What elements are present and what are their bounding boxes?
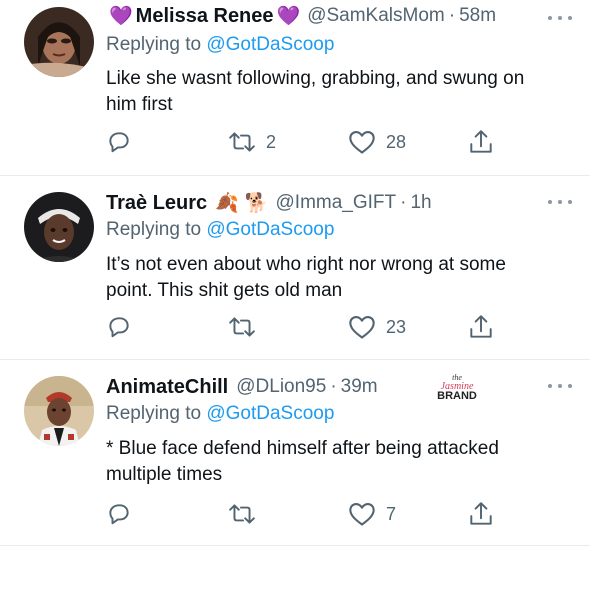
display-name[interactable]: Melissa Renee (136, 5, 274, 28)
share-icon (470, 502, 492, 525)
like-count: 7 (386, 503, 397, 524)
tweet-text: It’s not even about who right nor wrong … (106, 252, 560, 304)
dog-emoji: 🐕 (244, 192, 269, 214)
tweet-text-line: point. This shit gets old man (106, 280, 343, 301)
reply-button[interactable] (106, 127, 132, 157)
tweet-actions: 2 28 (0, 127, 590, 157)
retweet-icon (229, 504, 255, 524)
tweet-text-line: It’s not even about who right nor wrong … (106, 254, 506, 275)
tweet-text-line: Like she wasnt following, grabbing, and … (106, 68, 525, 89)
user-handle[interactable]: @Imma_GIFT (276, 192, 397, 214)
replying-to: Replying to @GotDaScoop (106, 34, 334, 56)
share-button[interactable] (468, 312, 494, 342)
reply-mention-link[interactable]: @GotDaScoop (206, 403, 334, 424)
replying-to-label: Replying to (106, 219, 202, 240)
heart-icon (349, 131, 375, 154)
share-icon (470, 130, 492, 153)
jasmine-brand-watermark-logo: the Jasmine BRAND (432, 372, 482, 402)
reply-button[interactable] (106, 499, 132, 529)
like-count: 28 (386, 131, 407, 152)
avatar[interactable] (24, 376, 94, 446)
heart-icon (349, 316, 375, 339)
like-button[interactable]: 28 (348, 127, 406, 157)
reply-icon (109, 132, 129, 153)
retweet-button[interactable] (228, 312, 266, 342)
tweet-text-line: * Blue face defend himself after being a… (106, 438, 499, 459)
separator-dot: · (400, 192, 407, 213)
replying-to: Replying to @GotDaScoop (106, 219, 334, 241)
display-name[interactable]: Traè Leurc (106, 192, 207, 215)
like-button[interactable]: 23 (348, 312, 406, 342)
display-name[interactable]: AnimateChill (106, 376, 228, 399)
purple-heart-emoji: 💜 (109, 5, 133, 27)
separator-dot: · (448, 5, 456, 26)
tweet[interactable]: AnimateChill @DLion95 · 39m Replying to … (0, 360, 590, 546)
share-button[interactable] (468, 499, 494, 529)
tweet-text: * Blue face defend himself after being a… (106, 436, 560, 488)
separator-dot: · (330, 376, 337, 397)
retweet-button[interactable]: 2 (228, 127, 276, 157)
reply-button[interactable] (106, 312, 132, 342)
replying-to-label: Replying to (106, 34, 202, 55)
tweet[interactable]: 💜 Melissa Renee 💜 @SamKalsMom · 58m Repl… (0, 0, 590, 176)
avatar[interactable] (24, 7, 94, 77)
tweet-time[interactable]: 1h (410, 192, 431, 214)
retweet-icon (229, 132, 255, 152)
more-icon[interactable] (548, 192, 572, 212)
fallen-leaf-emoji: 🍂 (215, 192, 239, 214)
user-handle[interactable]: @DLion95 (236, 376, 326, 398)
tweet-time[interactable]: 58m (459, 5, 496, 27)
tweet-actions: 7 (0, 499, 590, 529)
more-icon[interactable] (548, 8, 572, 28)
reply-icon (109, 317, 129, 338)
watermark-text: BRAND (437, 390, 477, 402)
tweet-time[interactable]: 39m (341, 376, 378, 398)
tweet-text-line: him first (106, 94, 173, 115)
retweet-count: 2 (266, 131, 277, 152)
like-count: 23 (386, 316, 407, 337)
tweet-actions: 23 (0, 312, 590, 342)
reply-mention-link[interactable]: @GotDaScoop (206, 219, 334, 240)
share-icon (470, 315, 492, 338)
share-button[interactable] (468, 127, 494, 157)
avatar[interactable] (24, 192, 94, 262)
more-icon[interactable] (548, 376, 572, 396)
user-handle[interactable]: @SamKalsMom (307, 5, 445, 27)
replying-to: Replying to @GotDaScoop (106, 403, 334, 425)
heart-icon (349, 503, 375, 526)
tweet-text-line: multiple times (106, 464, 223, 485)
retweet-button[interactable] (228, 499, 266, 529)
like-button[interactable]: 7 (348, 499, 396, 529)
reply-icon (109, 504, 129, 525)
replying-to-label: Replying to (106, 403, 202, 424)
purple-heart-emoji: 💜 (276, 5, 301, 27)
tweet-text: Like she wasnt following, grabbing, and … (106, 66, 560, 118)
retweet-icon (229, 317, 255, 337)
reply-mention-link[interactable]: @GotDaScoop (206, 34, 334, 55)
tweet[interactable]: Traè Leurc 🍂 🐕 @Imma_GIFT · 1h Replying … (0, 176, 590, 360)
